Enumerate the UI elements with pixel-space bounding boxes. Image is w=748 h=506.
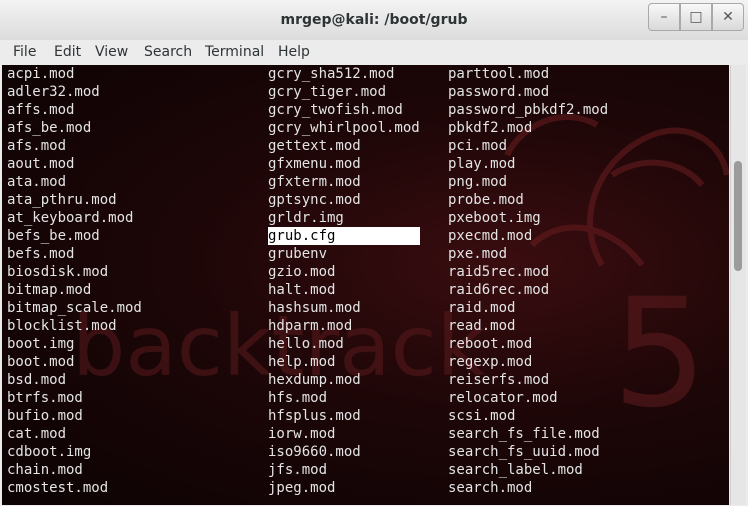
file-entry: search_label.mod (448, 462, 583, 478)
file-entry: at_keyboard.mod (7, 210, 134, 226)
file-entry: cat.mod (7, 426, 67, 442)
file-entry: bitmap_scale.mod (7, 300, 142, 316)
file-entry: hdparm.mod (268, 318, 353, 334)
file-entry: password_pbkdf2.mod (448, 102, 609, 118)
close-icon: ✕ (722, 9, 734, 25)
file-entry: grubenv (268, 246, 328, 262)
file-entry: hexdump.mod (268, 372, 361, 388)
file-entry: pci.mod (448, 138, 508, 154)
file-entry: jfs.mod (268, 462, 328, 478)
menu-bar: File Edit View Search Terminal Help (0, 40, 748, 64)
file-entry: hfs.mod (268, 390, 328, 406)
file-entry: afs.mod (7, 138, 67, 154)
file-entry: affs.mod (7, 102, 75, 118)
file-entry: grub.cfg (268, 227, 420, 245)
file-entry: search_fs_uuid.mod (448, 444, 600, 460)
menu-edit[interactable]: Edit (54, 44, 81, 60)
file-entry: reiserfs.mod (448, 372, 550, 388)
file-entry: chain.mod (7, 462, 83, 478)
file-entry: hello.mod (268, 336, 344, 352)
file-entry: bufio.mod (7, 408, 83, 424)
file-entry: adler32.mod (7, 84, 100, 100)
terminal-output[interactable]: backtrack 5 acpi.mod adler32.mod affs.mod a… (2, 65, 729, 505)
menu-file[interactable]: File (13, 44, 36, 60)
file-entry: help.mod (268, 354, 336, 370)
file-entry: ata.mod (7, 174, 67, 190)
file-entry: parttool.mod (448, 66, 550, 82)
file-entry: blocklist.mod (7, 318, 117, 334)
file-entry: acpi.mod (7, 66, 75, 82)
file-entry: cmostest.mod (7, 480, 109, 496)
file-entry: raid6rec.mod (448, 282, 550, 298)
file-entry: biosdisk.mod (7, 264, 109, 280)
close-button[interactable]: ✕ (712, 3, 744, 31)
window-title: mrgep@kali: /boot/grub (280, 12, 468, 28)
file-entry: search.mod (448, 480, 533, 496)
file-entry: pbkdf2.mod (448, 120, 533, 136)
minimize-button[interactable]: – (648, 3, 680, 31)
title-bar[interactable]: mrgep@kali: /boot/grub – □ ✕ (0, 0, 748, 41)
file-entry: gettext.mod (268, 138, 361, 154)
file-entry: gfxterm.mod (268, 174, 361, 190)
file-entry: hfsplus.mod (268, 408, 361, 424)
file-entry: pxe.mod (448, 246, 508, 262)
vertical-scrollbar[interactable] (730, 65, 746, 505)
file-entry: halt.mod (268, 282, 336, 298)
menu-terminal[interactable]: Terminal (205, 44, 264, 60)
file-entry: search_fs_file.mod (448, 426, 600, 442)
file-entry: probe.mod (448, 192, 524, 208)
window-controls: – □ ✕ (648, 3, 744, 31)
menu-search[interactable]: Search (144, 44, 192, 60)
file-entry: gcry_sha512.mod (268, 66, 395, 82)
file-entry: afs_be.mod (7, 120, 92, 136)
file-entry: play.mod (448, 156, 516, 172)
file-entry: raid.mod (448, 300, 516, 316)
file-entry: reboot.mod (448, 336, 533, 352)
file-entry: gcry_whirlpool.mod (268, 120, 420, 136)
file-entry: aout.mod (7, 156, 75, 172)
file-entry: password.mod (448, 84, 550, 100)
file-entry: gcry_tiger.mod (268, 84, 387, 100)
file-entry: grldr.img (268, 210, 344, 226)
file-entry: scsi.mod (448, 408, 516, 424)
file-entry: bitmap.mod (7, 282, 92, 298)
file-entry: gfxmenu.mod (268, 156, 361, 172)
file-entry: ata_pthru.mod (7, 192, 117, 208)
file-entry: iorw.mod (268, 426, 336, 442)
maximize-button[interactable]: □ (680, 3, 712, 31)
file-entry: cdboot.img (7, 444, 92, 460)
file-entry: gzio.mod (268, 264, 336, 280)
file-entry: hashsum.mod (268, 300, 361, 316)
file-entry: boot.img (7, 336, 75, 352)
file-entry: befs.mod (7, 246, 75, 262)
file-entry: raid5rec.mod (448, 264, 550, 280)
minimize-icon: – (660, 9, 668, 25)
file-entry: read.mod (448, 318, 516, 334)
listing-column-3: parttool.mod password.mod password_pbkdf2.… (448, 65, 608, 497)
file-entry: jpeg.mod (268, 480, 336, 496)
file-entry: pxecmd.mod (448, 228, 533, 244)
file-entry: regexp.mod (448, 354, 533, 370)
listing-column-1: acpi.mod adler32.mod affs.mod afs_be.modafs… (7, 65, 142, 497)
file-entry: pxeboot.img (448, 210, 541, 226)
listing-column-2: gcry_sha512.mod gcry_tiger.mod gcry_twofis… (268, 65, 420, 497)
file-entry: png.mod (448, 174, 508, 190)
file-entry: boot.mod (7, 354, 75, 370)
wallpaper-version: 5 (612, 267, 707, 441)
scrollbar-thumb[interactable] (734, 161, 742, 271)
file-entry: iso9660.mod (268, 444, 361, 460)
menu-view[interactable]: View (95, 44, 128, 60)
file-entry: befs_be.mod (7, 228, 100, 244)
maximize-icon: □ (689, 9, 703, 25)
file-entry: bsd.mod (7, 372, 67, 388)
file-entry: btrfs.mod (7, 390, 83, 406)
file-entry: relocator.mod (448, 390, 558, 406)
terminal-window: mrgep@kali: /boot/grub – □ ✕ File Edit V… (0, 0, 748, 506)
menu-help[interactable]: Help (278, 44, 310, 60)
file-entry: gcry_twofish.mod (268, 102, 403, 118)
file-entry: gptsync.mod (268, 192, 361, 208)
